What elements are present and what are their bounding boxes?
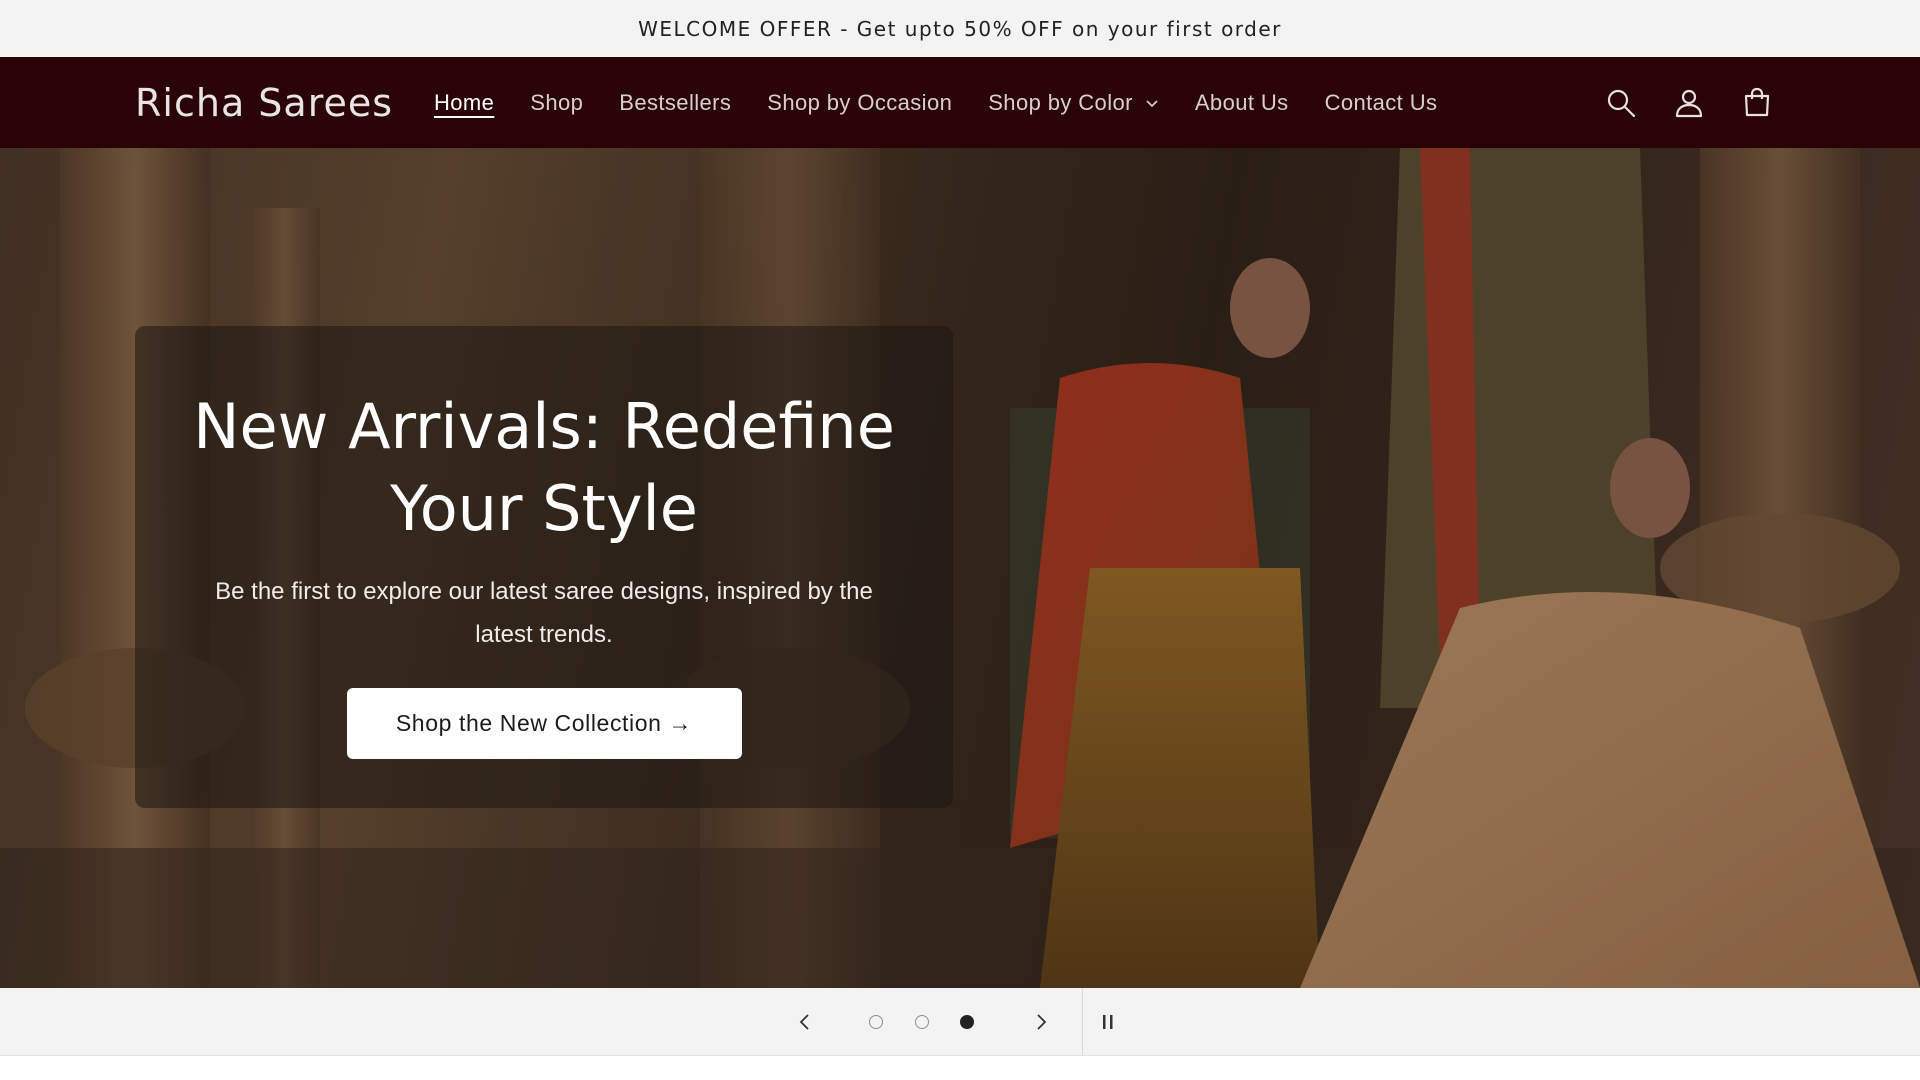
nav-item-shop-by-color-label: Shop by Color bbox=[988, 89, 1133, 115]
hero-content-card: New Arrivals: Redefine Your Style Be the… bbox=[135, 326, 953, 808]
nav-item-shop[interactable]: Shop bbox=[530, 90, 583, 116]
chevron-right-icon bbox=[1037, 1013, 1047, 1030]
slide-dot-1[interactable] bbox=[869, 1015, 883, 1029]
announcement-bar: WELCOME OFFER - Get upto 50% OFF on your… bbox=[0, 0, 1920, 57]
cart-icon[interactable] bbox=[1741, 87, 1773, 119]
hero-title: New Arrivals: Redefine Your Style bbox=[193, 390, 895, 545]
page-bottom-strip bbox=[0, 1055, 1920, 1080]
nav-item-shop-by-color[interactable]: Shop by Color bbox=[988, 90, 1159, 116]
nav-item-bestsellers[interactable]: Bestsellers bbox=[619, 90, 731, 116]
pause-slideshow-button[interactable] bbox=[1093, 988, 1123, 1055]
nav-item-shop-by-occasion[interactable]: Shop by Occasion bbox=[767, 90, 952, 116]
nav-item-home[interactable]: Home bbox=[434, 90, 494, 116]
previous-slide-button[interactable] bbox=[790, 988, 820, 1055]
main-nav: Home Shop Bestsellers Shop by Occasion S… bbox=[434, 57, 1437, 148]
nav-item-about-us[interactable]: About Us bbox=[1195, 90, 1289, 116]
shop-new-collection-button[interactable]: Shop the New Collection → bbox=[346, 688, 742, 759]
account-icon[interactable] bbox=[1673, 87, 1705, 119]
announcement-text: WELCOME OFFER - Get upto 50% OFF on your… bbox=[638, 16, 1282, 41]
header-icons bbox=[1605, 57, 1773, 148]
site-header: Richa Sarees Home Shop Bestsellers Shop … bbox=[0, 57, 1920, 148]
pause-icon bbox=[1103, 1014, 1113, 1029]
site-logo[interactable]: Richa Sarees bbox=[135, 81, 393, 125]
chevron-left-icon bbox=[799, 1013, 809, 1030]
slide-dot-2[interactable] bbox=[915, 1015, 929, 1029]
next-slide-button[interactable] bbox=[1026, 988, 1056, 1055]
search-icon[interactable] bbox=[1605, 87, 1637, 119]
hero-subtitle: Be the first to explore our latest saree… bbox=[215, 578, 873, 648]
chevron-down-icon bbox=[1146, 99, 1158, 107]
controls-divider bbox=[1082, 988, 1083, 1055]
hero-banner: New Arrivals: Redefine Your Style Be the… bbox=[0, 148, 1920, 988]
slide-dot-3[interactable] bbox=[960, 1015, 974, 1029]
slider-controls bbox=[0, 988, 1920, 1055]
nav-item-contact-us[interactable]: Contact Us bbox=[1325, 90, 1438, 116]
